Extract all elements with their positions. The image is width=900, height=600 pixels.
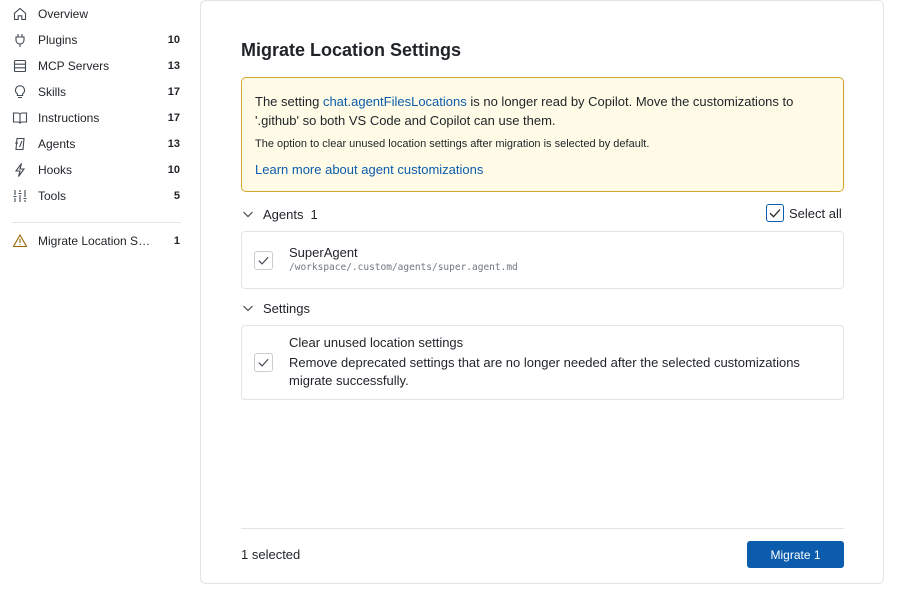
agent-name: SuperAgent	[289, 245, 358, 260]
select-all-label: Select all	[789, 205, 842, 221]
migrate-button[interactable]: Migrate 1	[747, 541, 844, 568]
warning-banner: The setting chat.agentFilesLocations is …	[241, 77, 844, 192]
settings-section-label: Settings	[263, 300, 310, 316]
sidebar-item-count: 17	[167, 86, 180, 98]
migrate-panel: Migrate Location Settings The setting ch…	[200, 0, 884, 584]
sidebar-divider	[12, 222, 181, 223]
learn-more-link[interactable]: Learn more about agent customizations	[255, 162, 483, 177]
sidebar-item-label: Hooks	[38, 163, 73, 177]
sidebar-item-label: Overview	[38, 7, 89, 21]
home-icon	[12, 6, 28, 22]
chevron-down-icon	[243, 305, 253, 312]
select-all-box[interactable]	[766, 204, 784, 222]
agent-path: /workspace/.custom/agents/super.agent.md	[289, 262, 518, 273]
settings-section-header[interactable]: Settings	[241, 298, 310, 318]
sidebar-item-plugins[interactable]: Plugins 10	[0, 27, 192, 53]
sidebar-item-instructions[interactable]: Instructions 17	[0, 105, 192, 131]
sidebar: Overview Plugins 10 MCP Servers 13 Skill…	[0, 0, 192, 600]
sidebar-item-count: 10	[167, 164, 180, 176]
sidebar-item-label: Agents	[38, 137, 76, 151]
setting-card: Clear unused location settings Remove de…	[241, 325, 844, 400]
check-icon	[769, 209, 781, 218]
lightning-icon	[12, 162, 28, 178]
setting-checkbox[interactable]	[254, 353, 273, 372]
tools-icon	[12, 188, 28, 204]
sidebar-item-tools[interactable]: Tools 5	[0, 183, 192, 209]
sidebar-item-count: 1	[173, 235, 180, 247]
warning-note: The option to clear unused location sett…	[255, 138, 650, 150]
check-icon	[258, 358, 269, 367]
plug-icon	[12, 32, 28, 48]
footer-divider	[241, 528, 844, 529]
agents-section-label: Agents	[263, 206, 304, 222]
page-title: Migrate Location Settings	[241, 40, 462, 60]
sidebar-item-label: MCP Servers	[38, 59, 110, 73]
sidebar-item-hooks[interactable]: Hooks 10	[0, 157, 192, 183]
sidebar-item-agents[interactable]: Agents 13	[0, 131, 192, 157]
agents-section-header[interactable]: Agents 1	[241, 204, 318, 224]
check-icon	[258, 256, 269, 265]
setting-link[interactable]: chat.agentFilesLocations	[323, 94, 467, 109]
sidebar-item-label: Migrate Location Settings	[38, 234, 156, 248]
selected-count: 1 selected	[241, 547, 301, 562]
sidebar-item-count: 10	[167, 34, 180, 46]
sidebar-item-overview[interactable]: Overview	[0, 1, 192, 27]
warning-message: The setting chat.agentFilesLocations is …	[255, 92, 830, 130]
lightbulb-icon	[12, 84, 28, 100]
sidebar-item-label: Instructions	[38, 111, 100, 125]
sidebar-item-label: Skills	[38, 85, 67, 99]
select-all-checkbox[interactable]: Select all	[766, 204, 842, 222]
chevron-down-icon	[243, 211, 253, 218]
setting-name: Clear unused location settings	[289, 335, 464, 350]
agent-checkbox[interactable]	[254, 251, 273, 270]
server-icon	[12, 58, 28, 74]
warning-text-before: The setting	[255, 94, 323, 109]
agents-section-count: 1	[310, 206, 318, 222]
sidebar-item-count: 5	[173, 190, 180, 202]
sidebar-item-count: 13	[167, 138, 180, 150]
setting-description: Remove deprecated settings that are no l…	[289, 355, 800, 388]
sidebar-item-skills[interactable]: Skills 17	[0, 79, 192, 105]
sidebar-item-count: 17	[167, 112, 180, 124]
sidebar-item-migrate-location-settings[interactable]: Migrate Location Settings 1	[0, 228, 192, 254]
agent-card: SuperAgent /workspace/.custom/agents/sup…	[241, 231, 844, 289]
sidebar-item-label: Plugins	[38, 33, 78, 47]
book-icon	[12, 110, 28, 126]
sidebar-item-label: Tools	[38, 189, 67, 203]
sidebar-item-count: 13	[167, 60, 180, 72]
warning-icon	[12, 233, 28, 249]
agent-icon	[12, 136, 28, 152]
sidebar-item-mcp-servers[interactable]: MCP Servers 13	[0, 53, 192, 79]
